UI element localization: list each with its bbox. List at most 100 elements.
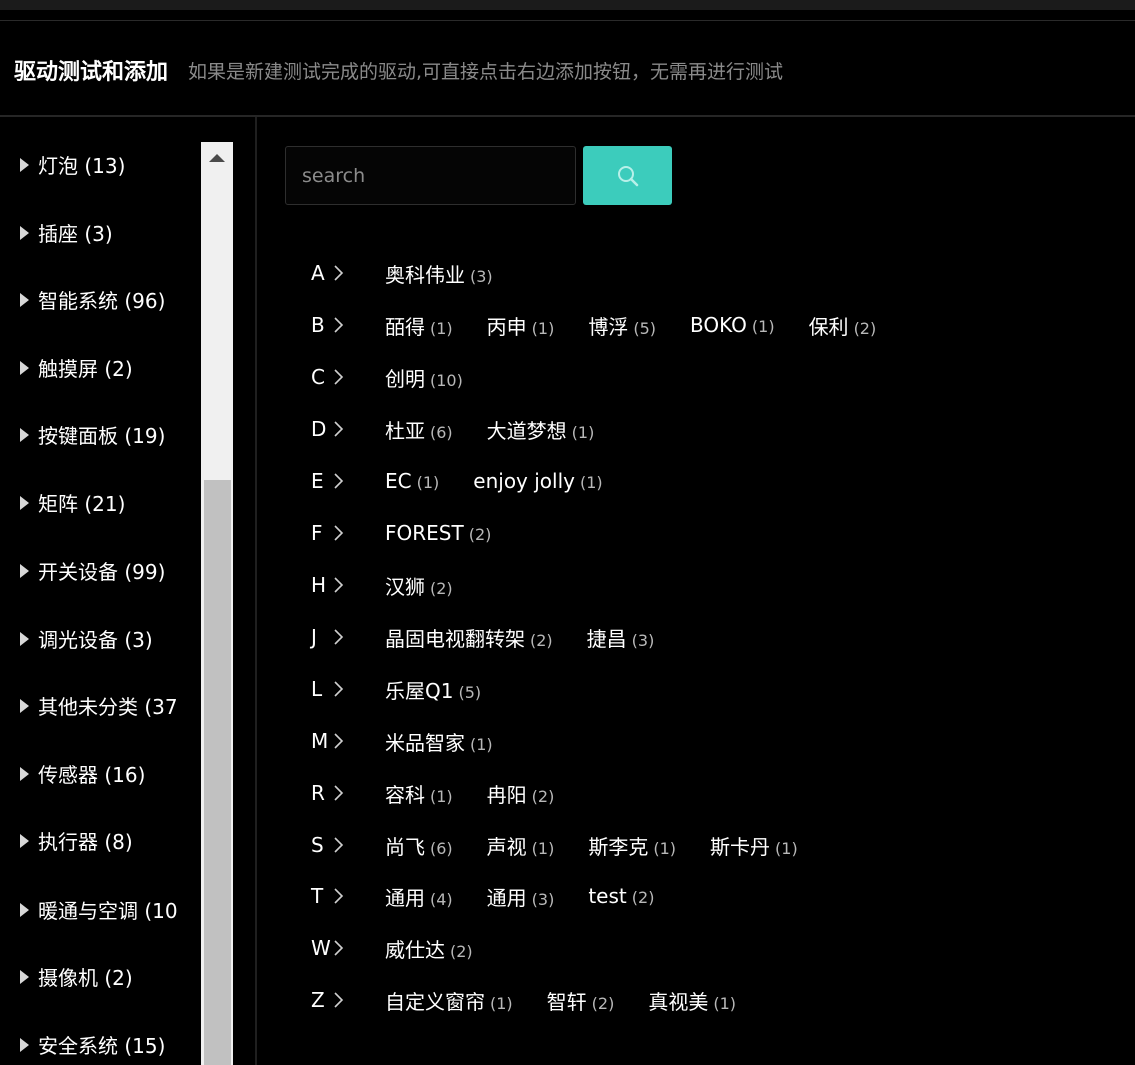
brand-count: (4) <box>430 889 453 909</box>
chevron-right-icon <box>333 886 345 906</box>
brand-link[interactable]: 大道梦想 (1) <box>487 415 595 444</box>
brand-link[interactable]: 自定义窗帘 (1) <box>385 986 513 1015</box>
row-letter: B <box>311 313 325 337</box>
brand-link[interactable]: 创明 (10) <box>385 363 463 392</box>
brand-count: (10) <box>430 370 463 390</box>
top-bar <box>0 0 1135 10</box>
sidebar-category-item[interactable]: 开关设备 (99) <box>20 556 201 585</box>
brand-letter-row: D 杜亚 (6) 大道梦想 (1) <box>311 414 628 444</box>
brand-count: (1) <box>470 734 493 754</box>
brand-link[interactable]: 奥科伟业 (3) <box>385 259 493 288</box>
brand-link[interactable]: 尚飞 (6) <box>385 831 453 860</box>
chevron-right-icon <box>333 783 345 803</box>
brand-link[interactable]: 丙申 (1) <box>487 311 555 340</box>
brand-name: 汉狮 <box>385 574 425 599</box>
row-letter: A <box>311 261 325 285</box>
chevron-right-icon <box>333 315 345 335</box>
brand-letter-row: A 奥科伟业 (3) <box>311 258 527 288</box>
brand-link[interactable]: BOKO (1) <box>690 313 775 337</box>
brand-count: (2) <box>430 578 453 598</box>
sidebar-category-item[interactable]: 执行器 (8) <box>20 826 201 855</box>
brand-name: 米品智家 <box>385 730 465 755</box>
brand-letter-row: J 晶固电视翻转架 (2) 捷昌 (3) <box>311 622 688 652</box>
brand-link[interactable]: 斯卡丹 (1) <box>710 831 798 860</box>
chevron-right-icon <box>333 731 345 751</box>
brand-letter-row: B 皕得 (1) 丙申 (1) 博浮 (5) BOKO (1) 保利 (2) <box>311 310 910 340</box>
brand-link[interactable]: 博浮 (5) <box>588 311 656 340</box>
brand-link[interactable]: EC (1) <box>385 469 439 493</box>
brand-count: (2) <box>468 525 492 544</box>
brand-link[interactable]: 皕得 (1) <box>385 311 453 340</box>
brand-name: 皕得 <box>385 314 425 339</box>
row-letter: W <box>311 936 331 960</box>
brand-link[interactable]: 真视美 (1) <box>648 986 736 1015</box>
brand-link[interactable]: 晶固电视翻转架 (2) <box>385 623 553 652</box>
sidebar-category-item[interactable]: 矩阵 (21) <box>20 488 201 517</box>
row-letter: M <box>311 729 329 753</box>
sidebar-category-label: 插座 (3) <box>38 222 113 246</box>
brand-link[interactable]: 威仕达 (2) <box>385 934 473 963</box>
brand-link[interactable]: 冉阳 (2) <box>487 779 555 808</box>
scroll-thumb[interactable] <box>204 480 231 1065</box>
caret-right-icon <box>20 427 29 442</box>
brand-count: (1) <box>580 473 603 492</box>
page-tip: 如果是新建测试完成的驱动,可直接点击右边添加按钮，无需再进行测试 <box>188 60 784 83</box>
brand-link[interactable]: 通用 (4) <box>385 882 453 911</box>
sidebar-category-item[interactable]: 摄像机 (2) <box>20 962 201 991</box>
sidebar-category-label: 触摸屏 (2) <box>38 357 133 381</box>
brand-link[interactable]: 斯李克 (1) <box>588 831 676 860</box>
brand-link[interactable]: test (2) <box>588 884 654 908</box>
scroll-up-button[interactable] <box>201 142 233 174</box>
search-button[interactable] <box>583 146 672 205</box>
caret-right-icon <box>20 902 29 917</box>
sidebar-category-item[interactable]: 调光设备 (3) <box>20 624 201 653</box>
brand-link[interactable]: 汉狮 (2) <box>385 571 453 600</box>
brand-count: (3) <box>631 630 655 650</box>
row-letter: S <box>311 833 324 857</box>
brand-link[interactable]: 容科 (1) <box>385 779 453 808</box>
row-letter: J <box>311 625 317 649</box>
sidebar-category-item[interactable]: 传感器 (16) <box>20 759 201 788</box>
brand-count: (2) <box>853 318 877 338</box>
brand-link[interactable]: 智轩 (2) <box>547 986 615 1015</box>
brand-link[interactable]: enjoy jolly (1) <box>473 469 602 493</box>
sidebar-category-label: 执行器 (8) <box>38 830 133 854</box>
brand-link[interactable]: 声视 (1) <box>487 831 555 860</box>
brand-count: (1) <box>531 838 555 858</box>
brand-name: 智轩 <box>546 989 587 1014</box>
page-title: 驱动测试和添加 <box>14 60 169 85</box>
brand-link[interactable]: 杜亚 (6) <box>385 415 453 444</box>
sidebar-category-label: 开关设备 (99) <box>38 560 166 584</box>
brand-name: 通用 <box>385 885 425 910</box>
sidebar-category-item[interactable]: 其他未分类 (37 <box>20 691 201 720</box>
search-input[interactable] <box>285 146 576 205</box>
sidebar-category-label: 传感器 (16) <box>38 763 146 787</box>
sidebar-category-item[interactable]: 安全系统 (15) <box>20 1030 201 1059</box>
brand-link[interactable]: FOREST (2) <box>385 521 491 545</box>
brand-name: 斯李克 <box>588 834 649 859</box>
brand-link[interactable]: 乐屋Q1 (5) <box>385 675 481 704</box>
sidebar-category-item[interactable]: 智能系统 (96) <box>20 285 201 314</box>
sidebar-category-item[interactable]: 触摸屏 (2) <box>20 353 201 382</box>
brand-link[interactable]: 通用 (3) <box>487 882 555 911</box>
brand-count: (2) <box>631 888 655 907</box>
brand-link[interactable]: 米品智家 (1) <box>385 727 493 756</box>
brand-name: 丙申 <box>486 314 527 339</box>
sidebar-category-item[interactable]: 插座 (3) <box>20 218 201 247</box>
brand-letter-row: L 乐屋Q1 (5) <box>311 674 515 704</box>
row-letter: R <box>311 781 325 805</box>
sidebar-category-label: 摄像机 (2) <box>38 966 133 990</box>
brand-count: (1) <box>416 473 440 492</box>
brand-link[interactable]: 捷昌 (3) <box>587 623 655 652</box>
brand-count: (2) <box>531 786 555 806</box>
brand-letter-row: R 容科 (1) 冉阳 (2) <box>311 778 588 808</box>
sidebar-category-item[interactable]: 暖通与空调 (10 <box>20 895 201 924</box>
sidebar-category-item[interactable]: 按键面板 (19) <box>20 420 201 449</box>
sidebar-scrollbar[interactable] <box>201 142 233 1065</box>
brand-count: (1) <box>430 786 453 806</box>
brand-link[interactable]: 保利 (2) <box>809 311 877 340</box>
brand-letter-row: S 尚飞 (6) 声视 (1) 斯李克 (1) 斯卡丹 (1) <box>311 830 832 860</box>
brand-name: 乐屋Q1 <box>385 678 454 703</box>
sidebar-category-item[interactable]: 灯泡 (13) <box>20 150 201 179</box>
brand-count: (5) <box>458 682 482 702</box>
